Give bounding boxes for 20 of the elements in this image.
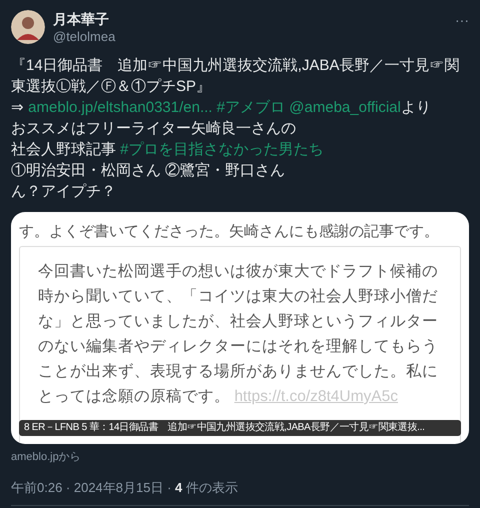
author-handle[interactable]: @telolmea	[53, 28, 447, 45]
post-link[interactable]: #アメブロ	[216, 99, 285, 116]
post-text: ん？アイプチ？	[11, 182, 117, 202]
link-card[interactable]	[11, 212, 469, 444]
author-name[interactable]: 月本華子	[53, 10, 447, 28]
post-text: ①明治安田・松岡さん ②鷺宮・野口さん	[11, 161, 286, 181]
card-text: す。よくぞ書いてくださった。矢崎さんにも感謝の記事です。	[19, 222, 440, 242]
post-meta: 午前0:26 · 2024年8月15日 · 4 件の表示	[11, 478, 469, 506]
post-text: より	[400, 99, 431, 116]
post-text: おススメはフリーライター矢崎良一さんの	[11, 119, 297, 139]
post-link[interactable]: ameblo.jp/eltshan0331/en...	[28, 99, 212, 116]
source-link[interactable]: ameblo.jpから	[11, 449, 469, 466]
card-caption: 8 ER－LFNB 5 華：14日御品書 追加☞中国九州選抜交流戦,JABA長野／一寸見☞関東選抜...	[19, 420, 461, 436]
post-link[interactable]: @ameba_official	[289, 99, 401, 116]
more-menu-button[interactable]: ···	[455, 10, 469, 31]
avatar[interactable]	[11, 10, 45, 44]
post-text: ⇒	[11, 99, 24, 116]
post-text: 『14日御品書 追加☞中国九州選抜交流戦,JABA長野／一寸見☞関東選抜Ⓛ戦／Ⓕ＆①プチSP』	[11, 56, 460, 97]
post-link[interactable]: #プロを目指さなかった男たち	[120, 141, 324, 158]
post-text: 社会人野球記事	[11, 141, 116, 158]
